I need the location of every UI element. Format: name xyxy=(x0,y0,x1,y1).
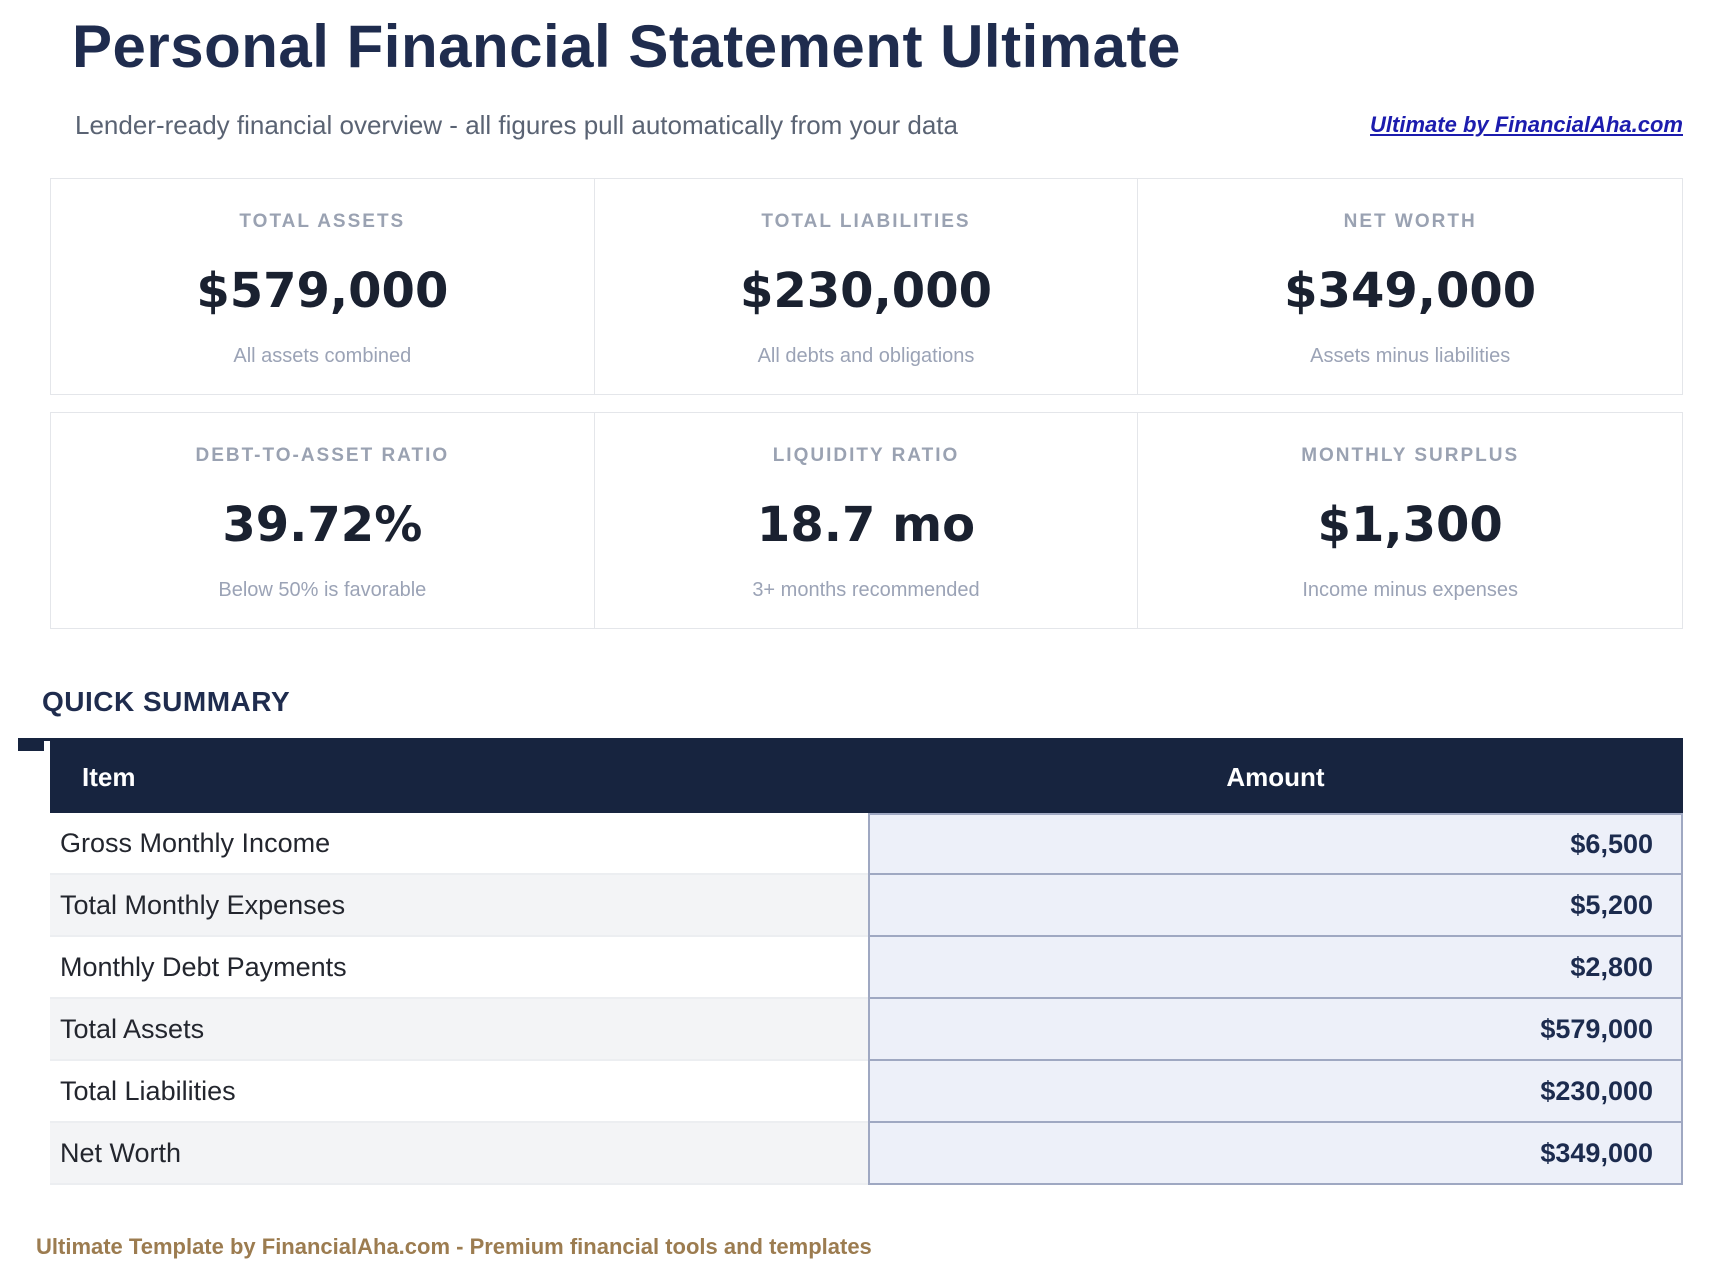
item-cell: Total Liabilities xyxy=(50,1061,868,1123)
metric-caption: 3+ months recommended xyxy=(752,578,979,602)
amount-cell: $230,000 xyxy=(868,1061,1683,1123)
quick-summary-table: Item Amount Gross Monthly Income $6,500 … xyxy=(50,741,1683,1185)
metric-card: DEBT-TO-ASSET RATIO 39.72% Below 50% is … xyxy=(51,413,595,628)
page-subtitle: Lender-ready financial overview - all fi… xyxy=(75,110,958,141)
table-row: Total Liabilities $230,000 xyxy=(50,1061,1683,1123)
metric-card: LIQUIDITY RATIO 18.7 mo 3+ months recomm… xyxy=(595,413,1139,628)
column-header-amount: Amount xyxy=(868,741,1683,813)
metric-caption: Below 50% is favorable xyxy=(218,578,426,602)
table-row: Monthly Debt Payments $2,800 xyxy=(50,937,1683,999)
personal-financial-statement-page: { "header": { "title": "Personal Financi… xyxy=(0,0,1736,1280)
amount-cell: $5,200 xyxy=(868,875,1683,937)
metric-value: 39.72% xyxy=(222,495,422,555)
table-row: Gross Monthly Income $6,500 xyxy=(50,813,1683,875)
metric-value: $349,000 xyxy=(1284,261,1536,321)
metric-label: TOTAL ASSETS xyxy=(239,210,405,234)
metric-label: DEBT-TO-ASSET RATIO xyxy=(195,444,449,468)
amount-cell: $579,000 xyxy=(868,999,1683,1061)
metric-row-ratios: DEBT-TO-ASSET RATIO 39.72% Below 50% is … xyxy=(50,412,1683,629)
table-row: Net Worth $349,000 xyxy=(50,1123,1683,1185)
metric-caption: Assets minus liabilities xyxy=(1310,344,1510,368)
metric-card: NET WORTH $349,000 Assets minus liabilit… xyxy=(1138,179,1682,394)
amount-cell: $349,000 xyxy=(868,1123,1683,1185)
table-row: Total Assets $579,000 xyxy=(50,999,1683,1061)
quick-summary-heading: QUICK SUMMARY xyxy=(42,686,290,718)
metric-card: MONTHLY SURPLUS $1,300 Income minus expe… xyxy=(1138,413,1682,628)
item-cell: Total Assets xyxy=(50,999,868,1061)
table-body: Gross Monthly Income $6,500 Total Monthl… xyxy=(50,813,1683,1185)
metric-row-primary: TOTAL ASSETS $579,000 All assets combine… xyxy=(50,178,1683,395)
metric-value: $579,000 xyxy=(196,261,448,321)
amount-cell: $2,800 xyxy=(868,937,1683,999)
metric-caption: All assets combined xyxy=(233,344,411,368)
footer-note: Ultimate Template by FinancialAha.com - … xyxy=(36,1234,872,1260)
metric-caption: All debts and obligations xyxy=(758,344,975,368)
item-cell: Monthly Debt Payments xyxy=(50,937,868,999)
item-cell: Gross Monthly Income xyxy=(50,813,868,875)
metric-label: NET WORTH xyxy=(1344,210,1477,234)
table-row: Total Monthly Expenses $5,200 xyxy=(50,875,1683,937)
metric-value: $230,000 xyxy=(740,261,992,321)
amount-cell: $6,500 xyxy=(868,813,1683,875)
metric-label: TOTAL LIABILITIES xyxy=(761,210,970,234)
page-title: Personal Financial Statement Ultimate xyxy=(72,12,1181,81)
column-header-item: Item xyxy=(50,741,868,813)
metric-card: TOTAL ASSETS $579,000 All assets combine… xyxy=(51,179,595,394)
metric-label: MONTHLY SURPLUS xyxy=(1301,444,1519,468)
brand-link[interactable]: Ultimate by FinancialAha.com xyxy=(1370,112,1683,138)
metric-value: 18.7 mo xyxy=(757,495,975,555)
metric-label: LIQUIDITY RATIO xyxy=(773,444,960,468)
item-cell: Net Worth xyxy=(50,1123,868,1185)
metric-value: $1,300 xyxy=(1318,495,1503,555)
metric-caption: Income minus expenses xyxy=(1302,578,1518,602)
item-cell: Total Monthly Expenses xyxy=(50,875,868,937)
table-header-row: Item Amount xyxy=(50,741,1683,813)
metric-card: TOTAL LIABILITIES $230,000 All debts and… xyxy=(595,179,1139,394)
